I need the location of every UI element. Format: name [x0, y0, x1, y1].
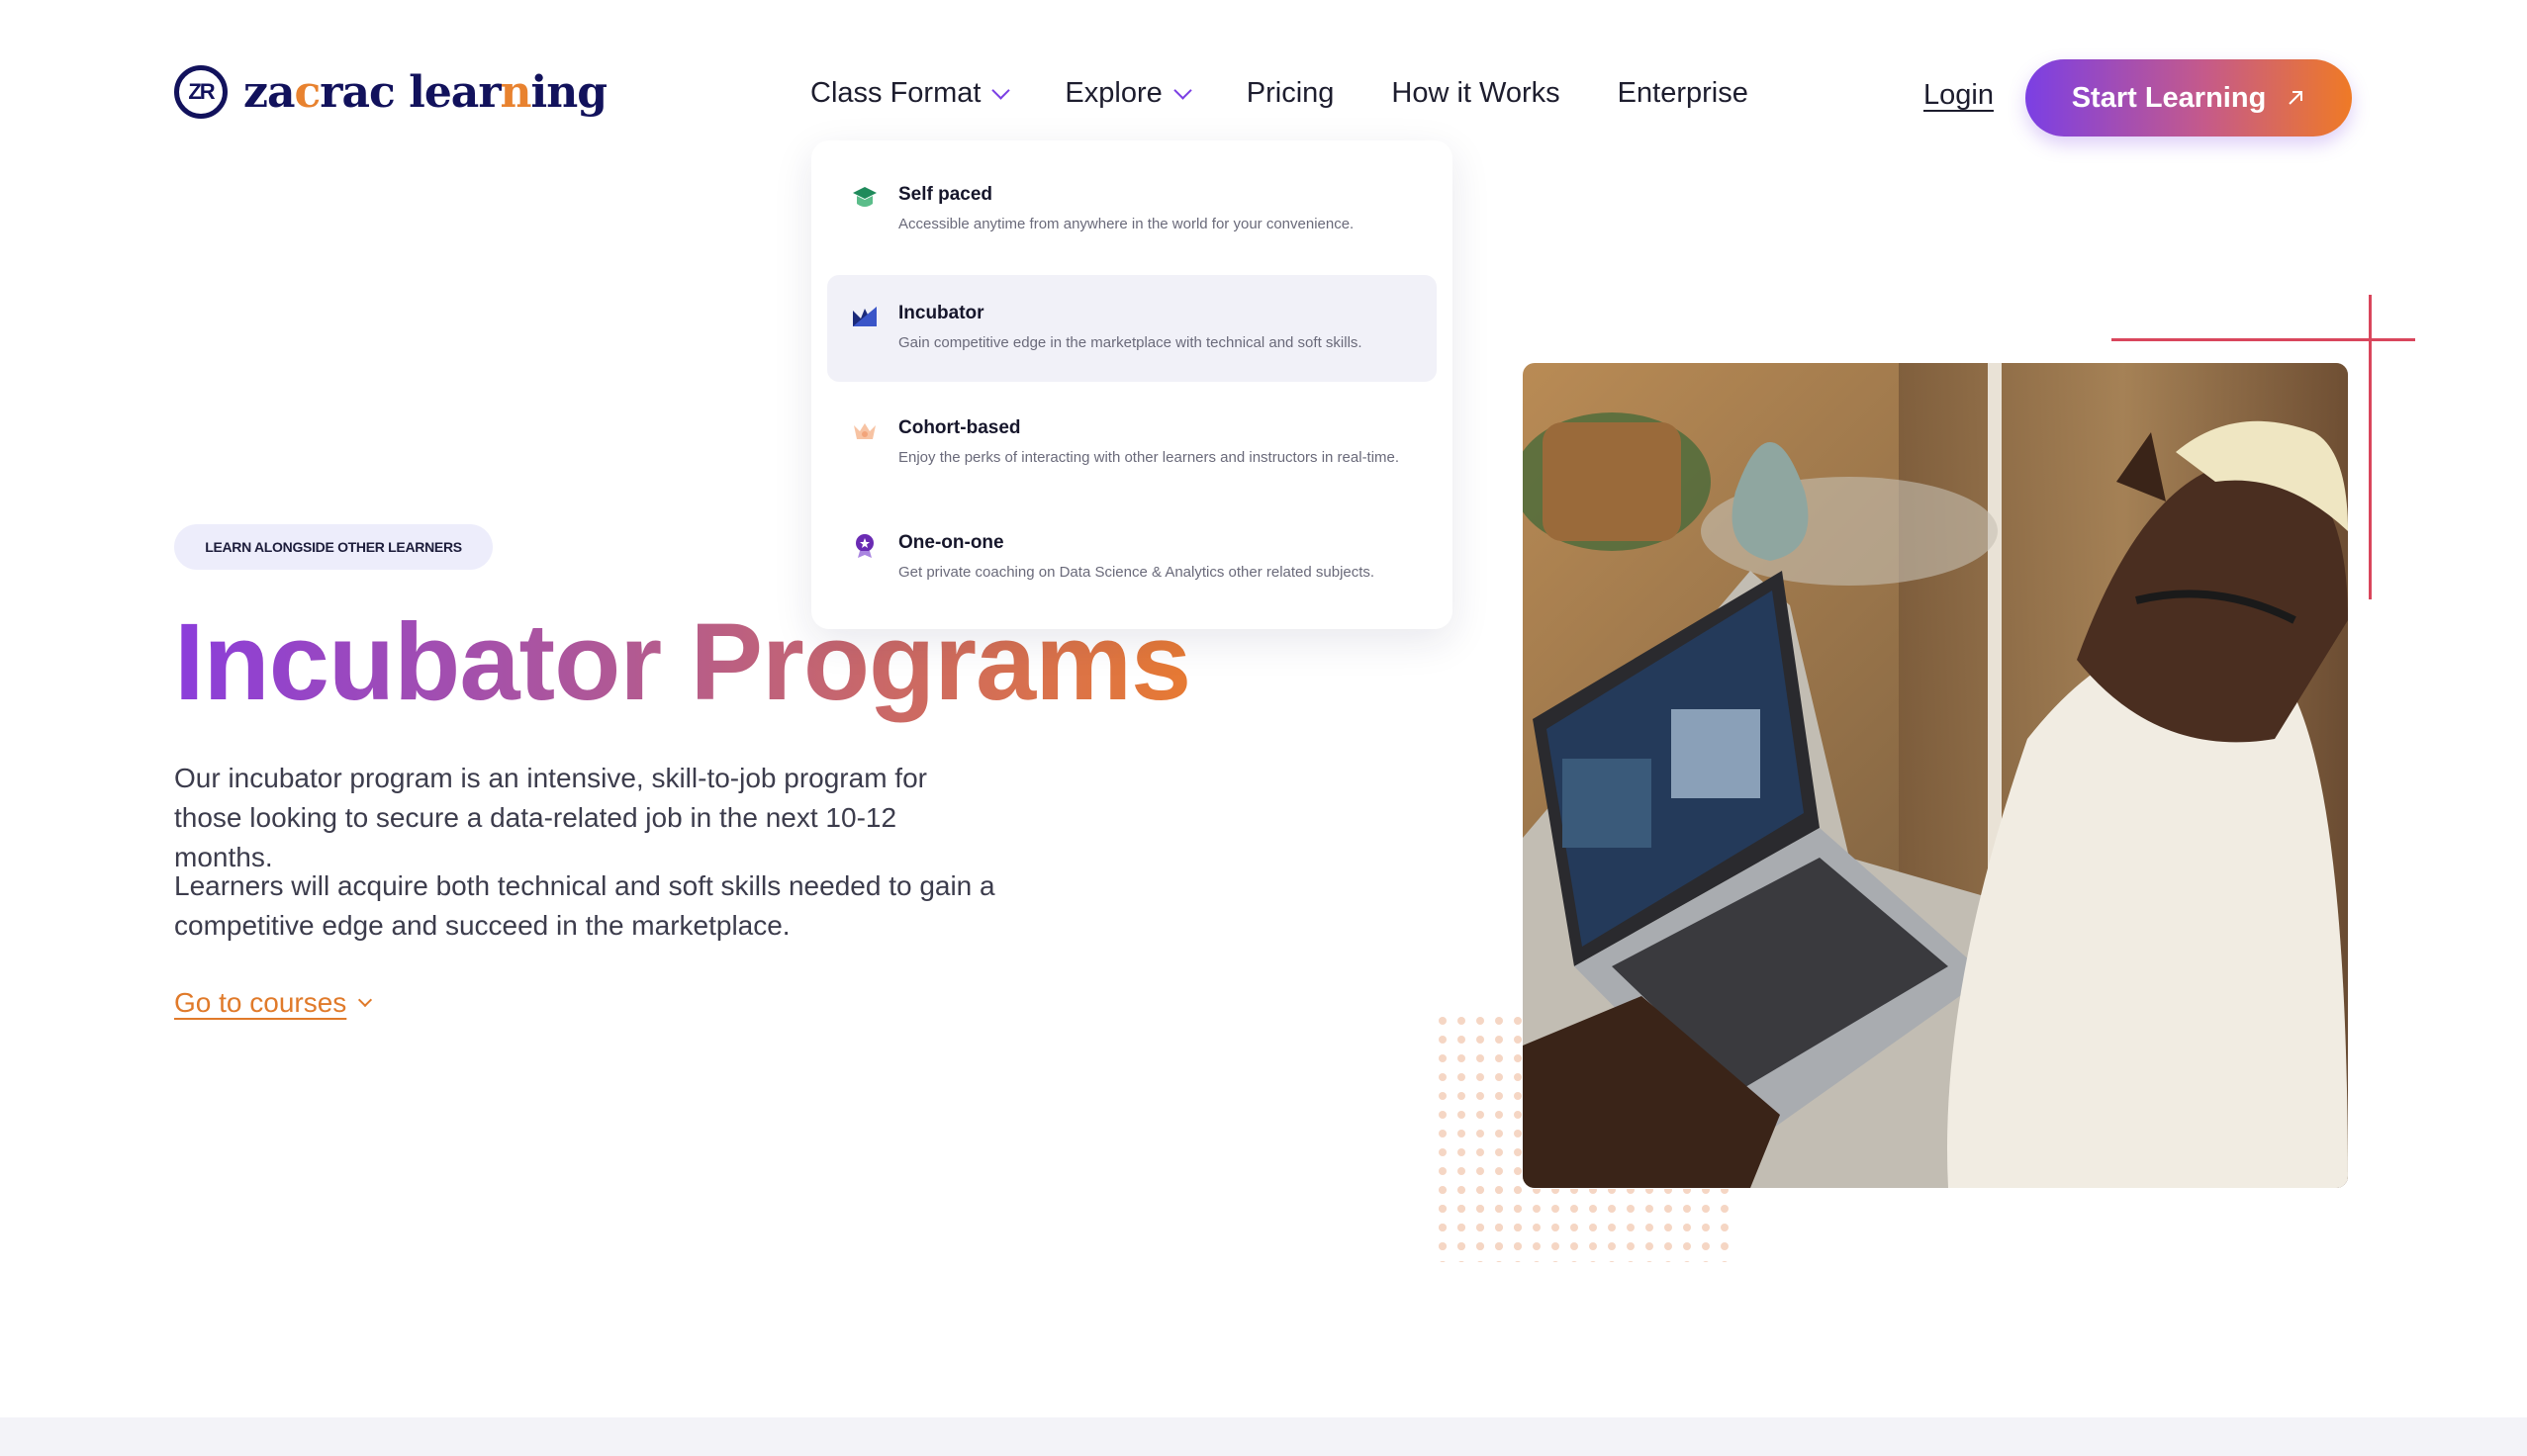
- dropdown-item-one-on-one[interactable]: One-on-one Get private coaching on Data …: [827, 504, 1437, 611]
- dropdown-item-title: Cohort-based: [898, 417, 1021, 438]
- dropdown-item-desc: Enjoy the perks of interacting with othe…: [898, 449, 1400, 466]
- login-link[interactable]: Login: [1923, 79, 1994, 112]
- logo-mark-icon: ZR: [174, 65, 228, 119]
- arrow-up-right-icon: [2289, 91, 2303, 105]
- incubator-icon: [853, 307, 877, 326]
- brand-logo[interactable]: ZR zacrac learning: [174, 65, 608, 119]
- nav-pricing[interactable]: Pricing: [1247, 77, 1335, 110]
- class-format-dropdown: Self paced Accessible anytime from anywh…: [811, 140, 1452, 629]
- dropdown-item-self-paced[interactable]: Self paced Accessible anytime from anywh…: [827, 156, 1437, 263]
- hero-tag-badge: LEARN ALONGSIDE OTHER LEARNERS: [174, 524, 493, 570]
- self-paced-icon: [853, 187, 877, 207]
- photo-man-on-video-call-image: [1523, 363, 2348, 1188]
- one-on-one-icon: [856, 534, 874, 558]
- dropdown-item-title: Incubator: [898, 303, 984, 323]
- dropdown-item-cohort-based[interactable]: Cohort-based Enjoy the perks of interact…: [827, 390, 1437, 497]
- hero-photo: [1523, 363, 2348, 1188]
- nav-class-format[interactable]: Class Format: [810, 77, 1011, 110]
- cta-label: Start Learning: [2071, 81, 2267, 114]
- brand-name: zacrac learning: [243, 66, 608, 118]
- footer-band: [0, 1417, 2527, 1456]
- dropdown-item-title: Self paced: [898, 184, 993, 205]
- dropdown-item-desc: Gain competitive edge in the marketplace…: [898, 334, 1362, 351]
- nav-explore[interactable]: Explore: [1065, 77, 1192, 110]
- link-label: Go to courses: [174, 987, 347, 1018]
- dropdown-item-title: One-on-one: [898, 532, 1004, 553]
- hero-paragraph-2: Learners will acquire both technical and…: [174, 870, 995, 941]
- nav-label: How it Works: [1391, 77, 1560, 109]
- cohort-icon: [854, 423, 876, 439]
- nav-label: Explore: [1065, 77, 1163, 109]
- go-to-courses-link[interactable]: Go to courses: [174, 987, 373, 1019]
- decorative-line-vertical: [2369, 295, 2372, 599]
- dropdown-item-desc: Get private coaching on Data Science & A…: [898, 564, 1375, 581]
- dropdown-item-desc: Accessible anytime from anywhere in the …: [898, 216, 1355, 232]
- start-learning-button[interactable]: Start Learning: [2025, 59, 2352, 136]
- chevron-down-icon: [358, 992, 373, 1008]
- nav-how-it-works[interactable]: How it Works: [1391, 77, 1559, 110]
- nav-label: Pricing: [1246, 77, 1335, 109]
- nav-label: Class Format: [810, 77, 982, 109]
- chevron-down-icon: [991, 81, 1011, 100]
- nav-label: Enterprise: [1617, 77, 1748, 109]
- main-nav: Class Format Explore Pricing How it Work…: [810, 77, 1748, 110]
- nav-enterprise[interactable]: Enterprise: [1618, 77, 1748, 110]
- dropdown-item-incubator[interactable]: Incubator Gain competitive edge in the m…: [827, 275, 1437, 382]
- chevron-down-icon: [1173, 81, 1192, 100]
- hero-paragraph-1: Our incubator program is an intensive, s…: [174, 763, 927, 872]
